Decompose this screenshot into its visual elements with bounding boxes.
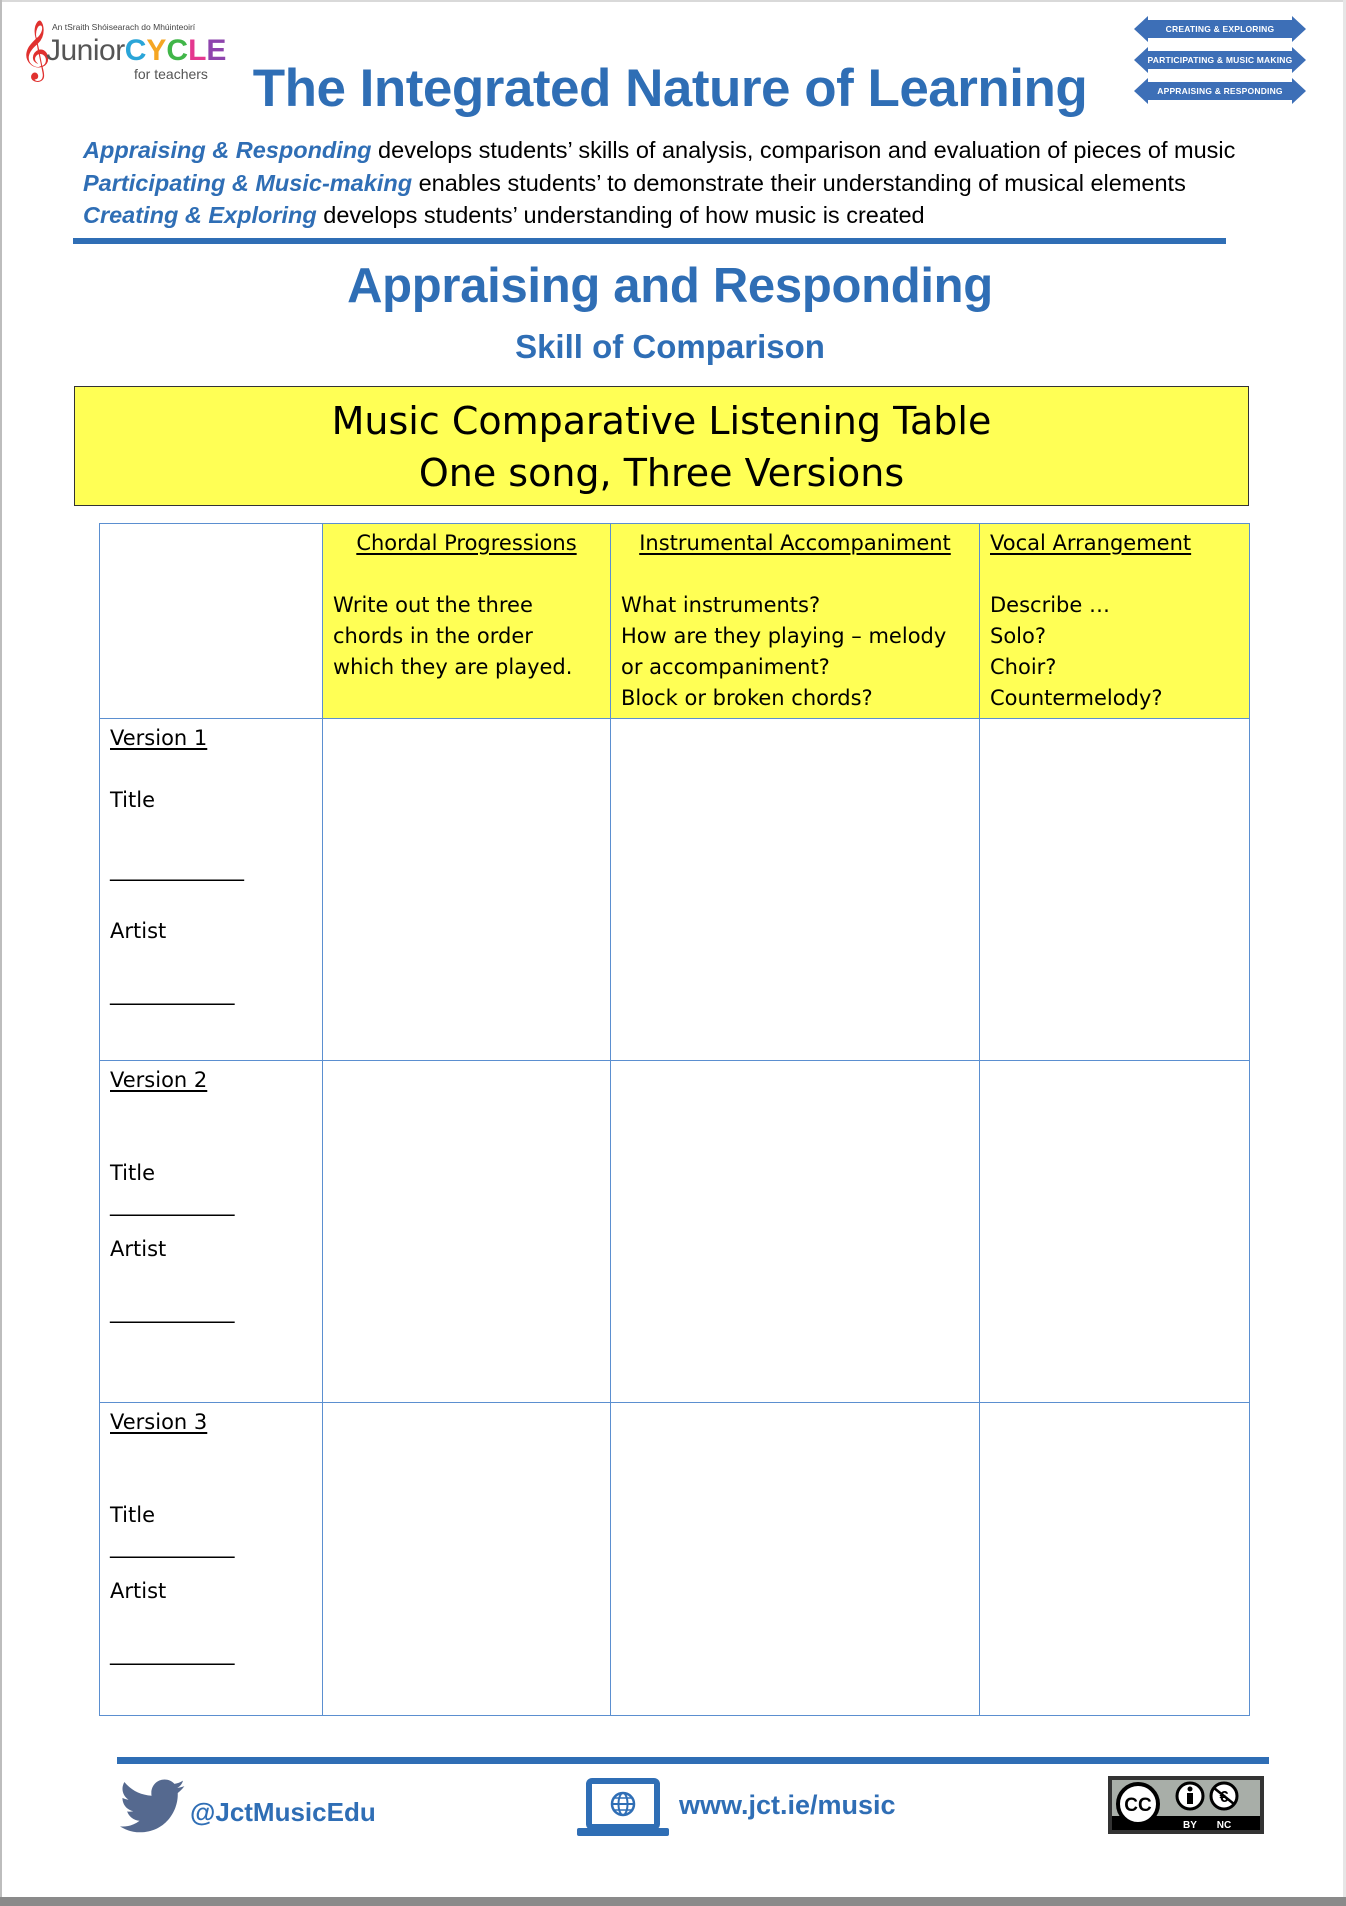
table-row: Version 3 Title _____________ Artist ___… bbox=[99, 1402, 1250, 1716]
logo-subtitle: for teachers bbox=[134, 66, 208, 82]
banner-line: One song, Three Versions bbox=[418, 451, 905, 495]
website-link[interactable]: www.jct.ie/music bbox=[575, 1778, 896, 1838]
intro-line-lead: Appraising & Responding bbox=[83, 137, 372, 163]
table-row: Version 2 Title _____________ Artist ___… bbox=[99, 1060, 1250, 1403]
answer-cell-instrumental[interactable] bbox=[610, 1402, 980, 1716]
section-title: Appraising and Responding bbox=[347, 259, 993, 313]
artist-label: Artist bbox=[110, 919, 167, 943]
intro-line-text: develops students’ skills of analysis, c… bbox=[371, 137, 1236, 163]
answer-cell-instrumental[interactable] bbox=[610, 1060, 980, 1403]
artist-label: Artist bbox=[110, 1579, 167, 1603]
column-description: Write out the three chords in the order … bbox=[333, 593, 573, 679]
intro-line: Participating & Music-making enables stu… bbox=[83, 167, 1235, 200]
title-blank[interactable]: ______________ bbox=[110, 854, 312, 885]
divider bbox=[117, 1757, 1269, 1764]
logo-brand-junior: Junior bbox=[46, 34, 125, 67]
artist-blank[interactable]: _____________ bbox=[110, 978, 312, 1009]
logo-letter: C bbox=[166, 34, 189, 67]
answer-cell-chordal[interactable] bbox=[322, 1060, 611, 1403]
table-corner-cell bbox=[99, 523, 323, 719]
strand-label: Participating & Music Making bbox=[1147, 55, 1293, 65]
cc-text: CC bbox=[1124, 1795, 1152, 1816]
logo-letter: Y bbox=[146, 34, 167, 67]
twitter-bird-icon bbox=[120, 1779, 185, 1833]
by-label: BY bbox=[1183, 1820, 1197, 1831]
page-title: The Integrated Nature of Learning bbox=[252, 59, 1088, 118]
answer-cell-vocal[interactable] bbox=[979, 1402, 1250, 1716]
title-label: Title bbox=[110, 1503, 156, 1527]
divider bbox=[73, 238, 1226, 244]
strand-label: Creating & Exploring bbox=[1165, 24, 1275, 34]
table-banner: Music Comparative Listening Table One so… bbox=[74, 386, 1249, 506]
creative-commons-icon: CC € BY NC bbox=[1108, 1776, 1264, 1834]
artist-label: Artist bbox=[110, 1237, 167, 1261]
page-edge bbox=[0, 0, 1346, 2]
version-cell: Version 1 Title ______________ Artist __… bbox=[99, 718, 323, 1061]
answer-cell-vocal[interactable] bbox=[979, 1060, 1250, 1403]
column-header-instrumental-accompaniment: Instrumental Accompaniment What instrume… bbox=[610, 523, 980, 719]
column-description: What instruments? How are they playing –… bbox=[621, 593, 947, 710]
intro-text: Appraising & Responding develops student… bbox=[83, 134, 1235, 232]
banner-line: Music Comparative Listening Table bbox=[331, 399, 992, 443]
logo-letter: C bbox=[124, 34, 147, 67]
laptop-globe-icon bbox=[577, 1778, 669, 1836]
nc-label: NC bbox=[1217, 1820, 1231, 1831]
column-header-chordal-progressions: Chordal Progressions Write out the three… bbox=[322, 523, 611, 719]
answer-cell-instrumental[interactable] bbox=[610, 718, 980, 1061]
version-cell: Version 2 Title _____________ Artist ___… bbox=[99, 1060, 323, 1403]
version-cell: Version 3 Title _____________ Artist ___… bbox=[99, 1402, 323, 1716]
cc-by-nc-license-badge[interactable]: CC € BY NC bbox=[1108, 1776, 1264, 1834]
intro-line: Creating & Exploring develops students’ … bbox=[83, 199, 1235, 232]
title-label: Title bbox=[110, 1161, 156, 1185]
version-label: Version 2 bbox=[110, 1068, 208, 1092]
comparative-listening-table: Chordal Progressions Write out the three… bbox=[99, 523, 1250, 1716]
twitter-handle[interactable]: @JctMusicEdu bbox=[190, 1797, 376, 1828]
strand-arrow: Participating & Music Making bbox=[1134, 47, 1306, 73]
intro-line-text: enables students’ to demonstrate their u… bbox=[412, 169, 1186, 196]
answer-cell-vocal[interactable] bbox=[979, 718, 1250, 1061]
intro-line-lead: Participating & Music-making bbox=[83, 169, 413, 196]
strand-label: Appraising & Responding bbox=[1157, 86, 1283, 96]
logo-tagline: An tSraith Shóisearach do Mhúinteoirí bbox=[52, 22, 196, 32]
table-header-row: Chordal Progressions Write out the three… bbox=[99, 523, 1250, 719]
title-blank[interactable]: _____________ bbox=[110, 1189, 312, 1220]
answer-cell-chordal[interactable] bbox=[322, 1402, 611, 1716]
table-row: Version 1 Title ______________ Artist __… bbox=[99, 718, 1250, 1061]
strands-graphic: Creating & Exploring Participating & Mus… bbox=[1134, 14, 1306, 108]
column-title: Instrumental Accompaniment bbox=[639, 531, 951, 555]
intro-line-lead: Creating & Exploring bbox=[83, 202, 317, 228]
page-edge bbox=[0, 1897, 1346, 1906]
column-header-vocal-arrangement: Vocal Arrangement Describe … Solo? Choir… bbox=[979, 523, 1250, 719]
artist-blank[interactable]: _____________ bbox=[110, 1296, 312, 1327]
strand-arrow: Creating & Exploring bbox=[1134, 16, 1306, 42]
column-title: Vocal Arrangement bbox=[990, 531, 1192, 555]
version-label: Version 3 bbox=[110, 1410, 208, 1434]
title-label: Title bbox=[110, 788, 156, 812]
column-title: Chordal Progressions bbox=[356, 531, 577, 555]
strand-arrow: Appraising & Responding bbox=[1134, 78, 1306, 104]
column-description: Describe … Solo? Choir? Countermelody? bbox=[990, 593, 1163, 710]
version-label: Version 1 bbox=[110, 726, 208, 750]
artist-blank[interactable]: _____________ bbox=[110, 1638, 312, 1669]
intro-line: Appraising & Responding develops student… bbox=[83, 134, 1235, 167]
twitter-link[interactable]: @JctMusicEdu bbox=[120, 1778, 376, 1836]
junior-cycle-logo: 𝄞 An tSraith Shóisearach do Mhúinteoirí … bbox=[18, 18, 226, 84]
title-blank[interactable]: _____________ bbox=[110, 1531, 312, 1562]
website-url[interactable]: www.jct.ie/music bbox=[679, 1790, 896, 1821]
section-subtitle: Skill of Comparison bbox=[515, 328, 825, 365]
intro-line-text: develops students’ understanding of how … bbox=[316, 202, 925, 228]
answer-cell-chordal[interactable] bbox=[322, 718, 611, 1061]
